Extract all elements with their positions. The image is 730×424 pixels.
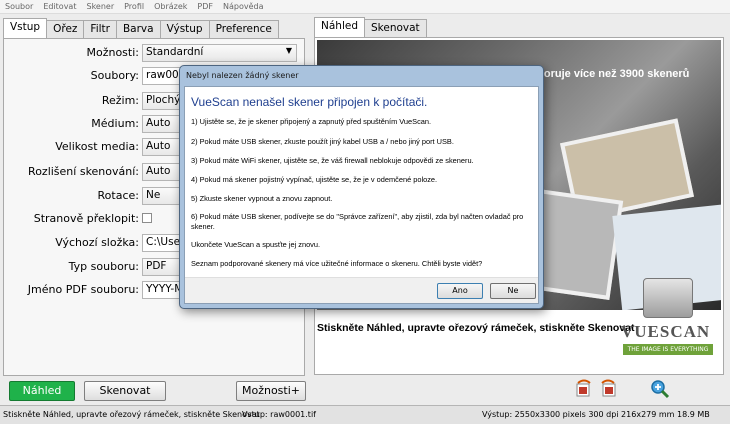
tab-filtr[interactable]: Filtr	[83, 20, 117, 39]
dialog-line-3: 3) Pokud máte WiFi skener, ujistěte se, …	[191, 156, 474, 165]
dialog-line-8: Seznam podporované skenery má více užite…	[191, 259, 483, 268]
tab-preference[interactable]: Preference	[208, 20, 279, 39]
label-soubory: Soubory:	[90, 69, 139, 82]
dialog-line-1: 1) Ujistěte se, že je skener připojený a…	[191, 117, 432, 126]
label-moznosti: Možnosti:	[86, 46, 139, 59]
moznosti-value: Standardní	[146, 46, 204, 58]
row-moznosti: Možnosti: Standardní ▼	[4, 43, 304, 63]
no-button[interactable]: Ne	[490, 283, 536, 299]
label-jmeno: Jméno PDF souboru:	[27, 283, 139, 296]
status-input: Vstup: raw0001.tif	[242, 410, 316, 419]
stranove-checkbox[interactable]	[142, 213, 152, 223]
tab-vstup[interactable]: Vstup	[3, 18, 48, 39]
tab-skenovat[interactable]: Skenovat	[364, 19, 427, 38]
preview-button[interactable]: Náhled	[9, 381, 75, 401]
tab-vystup[interactable]: Výstup	[159, 20, 210, 39]
menu-soubor[interactable]: Soubor	[0, 2, 38, 11]
logo-tagline: THE IMAGE IS EVERYTHING	[623, 344, 713, 355]
status-bar: Stiskněte Náhled, upravte ořezový rámeče…	[0, 405, 730, 424]
zoom-icon[interactable]	[650, 379, 670, 399]
dialog-line-6: 6) Pokud máte USB skener, podívejte se d…	[191, 212, 524, 231]
preview-prompt: Stiskněte Náhled, upravte ořezový rámeče…	[317, 322, 635, 334]
label-stranove: Stranově překlopit:	[33, 212, 139, 225]
menu-pdf[interactable]: PDF	[192, 2, 218, 11]
rotate-right-icon[interactable]	[598, 379, 618, 399]
status-output: Výstup: 2550x3300 pixels 300 dpi 216x279…	[482, 410, 710, 419]
dialog-line-7: Ukončete VueScan a spusťte jej znovu.	[191, 240, 321, 249]
more-options-button[interactable]: Možnosti+	[236, 381, 306, 401]
dialog-footer: Ano Ne	[185, 277, 538, 303]
scanner-icon	[643, 278, 693, 318]
logo-word: VUESCAN	[621, 322, 711, 341]
label-rotace: Rotace:	[97, 189, 139, 202]
label-velikost: Velikost media:	[55, 140, 139, 153]
dialog-heading: VueScan nenašel skener připojen k počíta…	[191, 95, 428, 109]
label-slozka: Výchozí složka:	[55, 236, 139, 249]
tab-nahled[interactable]: Náhled	[314, 17, 365, 38]
vuescan-logo: VUESCAN THE IMAGE IS EVERYTHING	[621, 278, 719, 358]
scan-button[interactable]: Skenovat	[84, 381, 166, 401]
dialog-line-4: 4) Pokud má skener pojistný vypínač, uji…	[191, 175, 438, 184]
dialog-line-2: 2) Pokud máte USB skener, zkuste použít …	[191, 137, 454, 146]
dialog-title: Nebyl nalezen žádný skener	[186, 71, 299, 80]
label-typ: Typ souboru:	[68, 260, 139, 273]
label-rozliseni: Rozlišení skenování:	[28, 165, 139, 178]
menu-obrazek[interactable]: Obrázek	[149, 2, 192, 11]
rotate-left-icon[interactable]	[574, 379, 594, 399]
menu-profil[interactable]: Profil	[119, 2, 149, 11]
tab-barva[interactable]: Barva	[115, 20, 161, 39]
menu-editovat[interactable]: Editovat	[38, 2, 81, 11]
label-rezim: Režim:	[101, 94, 139, 107]
yes-button[interactable]: Ano	[437, 283, 483, 299]
moznosti-select[interactable]: Standardní ▼	[142, 44, 297, 62]
menu-napoveda[interactable]: Nápověda	[218, 2, 269, 11]
dialog-body: VueScan nenašel skener připojen k počíta…	[184, 86, 539, 304]
dialog-line-5: 5) Zkuste skener vypnout a znovu zapnout…	[191, 194, 333, 203]
no-scanner-dialog: Nebyl nalezen žádný skener VueScan nenaš…	[179, 65, 544, 309]
menu-bar: Soubor Editovat Skener Profil Obrázek PD…	[0, 0, 730, 14]
menu-skener[interactable]: Skener	[81, 2, 119, 11]
chevron-down-icon: ▼	[285, 46, 292, 55]
status-left: Stiskněte Náhled, upravte ořezový rámeče…	[3, 410, 260, 419]
tab-orez[interactable]: Ořez	[46, 20, 85, 39]
label-medium: Médium:	[91, 117, 139, 130]
